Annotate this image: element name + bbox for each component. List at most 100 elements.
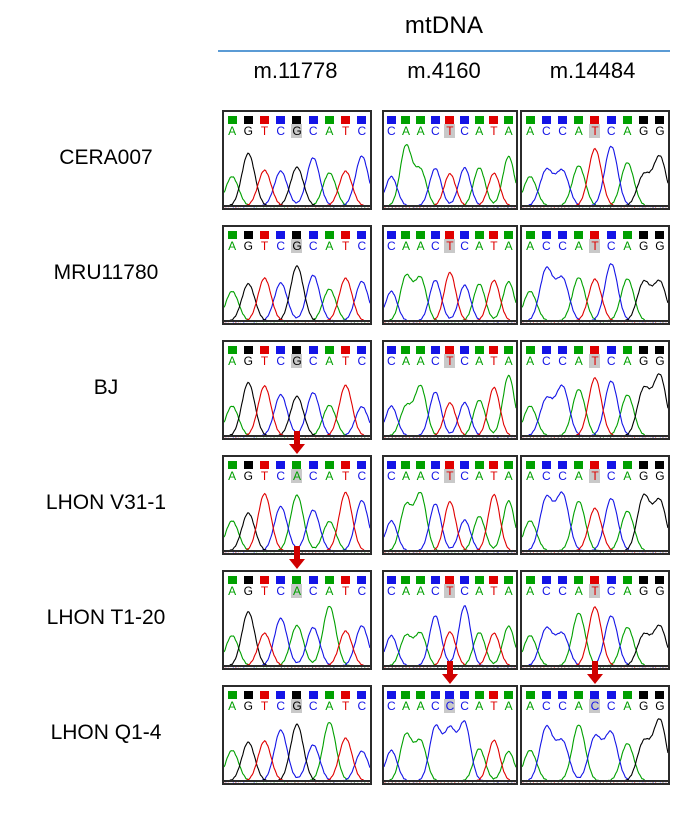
- chromatogram-panel[interactable]: CAACTCATA: [382, 225, 518, 325]
- base-color-cell: [606, 460, 616, 469]
- chromatogram-panel[interactable]: AGTCGCATC: [222, 685, 372, 785]
- chromatogram-panel[interactable]: AGTCGCATC: [222, 340, 372, 440]
- chromatogram-panel[interactable]: ACCATCAGG: [520, 340, 670, 440]
- base-call: A: [475, 584, 484, 598]
- panel-baseline: [384, 205, 516, 207]
- highlighted-base: A: [291, 469, 303, 483]
- base-call: C: [430, 354, 440, 368]
- base-color-cell: [504, 460, 514, 469]
- base-call: A: [401, 699, 410, 713]
- base-call: C: [541, 584, 551, 598]
- column-header-m14484: m.14484: [549, 58, 636, 83]
- chromatogram-panel[interactable]: AGTCACATC: [222, 455, 372, 555]
- base-call: A: [416, 354, 425, 368]
- chromatogram-panel[interactable]: ACCATCAGG: [520, 570, 670, 670]
- base-call: C: [276, 699, 286, 713]
- base-color-cell: [460, 460, 470, 469]
- base-call: A: [228, 239, 237, 253]
- base-color-cell: [460, 230, 470, 239]
- base-call: A: [325, 469, 334, 483]
- chromatogram-panel[interactable]: CAACTCATA: [382, 455, 518, 555]
- highlighted-base: T: [589, 354, 601, 368]
- base-color-cell: [357, 690, 367, 699]
- base-call: C: [276, 584, 286, 598]
- base-call: C: [558, 469, 567, 483]
- panel-baseline: [224, 665, 370, 667]
- base-call: C: [558, 354, 567, 368]
- chromatogram-panel[interactable]: CAACTCATA: [382, 340, 518, 440]
- chromatogram-panel[interactable]: ACCATCAGG: [520, 110, 670, 210]
- base-call: T: [341, 354, 350, 368]
- base-call: T: [260, 584, 269, 598]
- base-color-cell: [308, 230, 318, 239]
- base-color-cell: [227, 115, 237, 124]
- base-color-cell: [622, 345, 632, 354]
- chromatogram-panel[interactable]: AGTCGCATC: [222, 110, 372, 210]
- chromatogram-panel[interactable]: CAACCCATA: [382, 685, 518, 785]
- base-call: C: [308, 469, 318, 483]
- chromatogram-panel[interactable]: AGTCACATC: [222, 570, 372, 670]
- panel-baseline: [522, 435, 668, 437]
- base-color-cell: [525, 230, 535, 239]
- base-color-cell: [386, 690, 396, 699]
- base-color-strip: [522, 690, 668, 699]
- chromatogram-panel[interactable]: CAACTCATA: [382, 110, 518, 210]
- base-call: A: [228, 469, 237, 483]
- base-call: C: [558, 239, 567, 253]
- chromatogram-panel[interactable]: ACCATCAGG: [520, 225, 670, 325]
- base-color-cell: [324, 575, 334, 584]
- chromatogram-trace: [224, 138, 370, 208]
- base-color-cell: [341, 345, 351, 354]
- chromatogram-trace: [522, 138, 668, 208]
- base-call: C: [308, 584, 318, 598]
- base-color-cell: [606, 575, 616, 584]
- chromatogram-trace: [224, 253, 370, 323]
- base-color-cell: [504, 345, 514, 354]
- base-call: G: [655, 469, 665, 483]
- sample-label: LHON Q1-4: [50, 720, 162, 744]
- highlighted-base: A: [291, 584, 303, 598]
- base-call: A: [623, 584, 632, 598]
- base-call: C: [308, 124, 318, 138]
- base-call-sequence: CAACTCATA: [384, 354, 516, 368]
- base-color-strip: [384, 460, 516, 469]
- base-call: A: [416, 124, 425, 138]
- base-color-cell: [260, 115, 270, 124]
- panel-baseline: [224, 780, 370, 782]
- base-color-cell: [401, 460, 411, 469]
- base-call: A: [574, 469, 583, 483]
- base-call: T: [341, 699, 350, 713]
- base-color-cell: [324, 690, 334, 699]
- chromatogram-panel[interactable]: AGTCGCATC: [222, 225, 372, 325]
- base-color-cell: [276, 690, 286, 699]
- base-call: C: [357, 469, 367, 483]
- chromatogram-panel[interactable]: ACCACCAGG: [520, 685, 670, 785]
- base-call-sequence: ACCATCAGG: [522, 124, 668, 138]
- column-header-row: m.11778 m.4160 m.14484: [218, 58, 670, 94]
- base-call: G: [655, 699, 665, 713]
- base-color-cell: [341, 115, 351, 124]
- base-color-cell: [308, 345, 318, 354]
- base-call: C: [460, 584, 469, 598]
- base-call: C: [430, 469, 440, 483]
- base-color-cell: [357, 575, 367, 584]
- base-color-cell: [655, 345, 665, 354]
- base-call: A: [228, 584, 237, 598]
- mutation-arrow-icon: [288, 546, 306, 570]
- base-call-sequence: ACCACCAGG: [522, 699, 668, 713]
- base-color-cell: [504, 690, 514, 699]
- base-color-cell: [655, 460, 665, 469]
- base-color-cell: [292, 345, 302, 354]
- base-call: C: [541, 239, 551, 253]
- panel-baseline: [224, 205, 370, 207]
- base-call: C: [460, 699, 469, 713]
- base-color-strip: [384, 115, 516, 124]
- base-color-cell: [655, 690, 665, 699]
- base-color-strip: [384, 230, 516, 239]
- base-color-cell: [430, 115, 440, 124]
- base-call-sequence: ACCATCAGG: [522, 469, 668, 483]
- chromatogram-panel[interactable]: CAACTCATA: [382, 570, 518, 670]
- base-color-cell: [639, 460, 649, 469]
- chromatogram-panel[interactable]: ACCATCAGG: [520, 455, 670, 555]
- base-color-cell: [243, 575, 253, 584]
